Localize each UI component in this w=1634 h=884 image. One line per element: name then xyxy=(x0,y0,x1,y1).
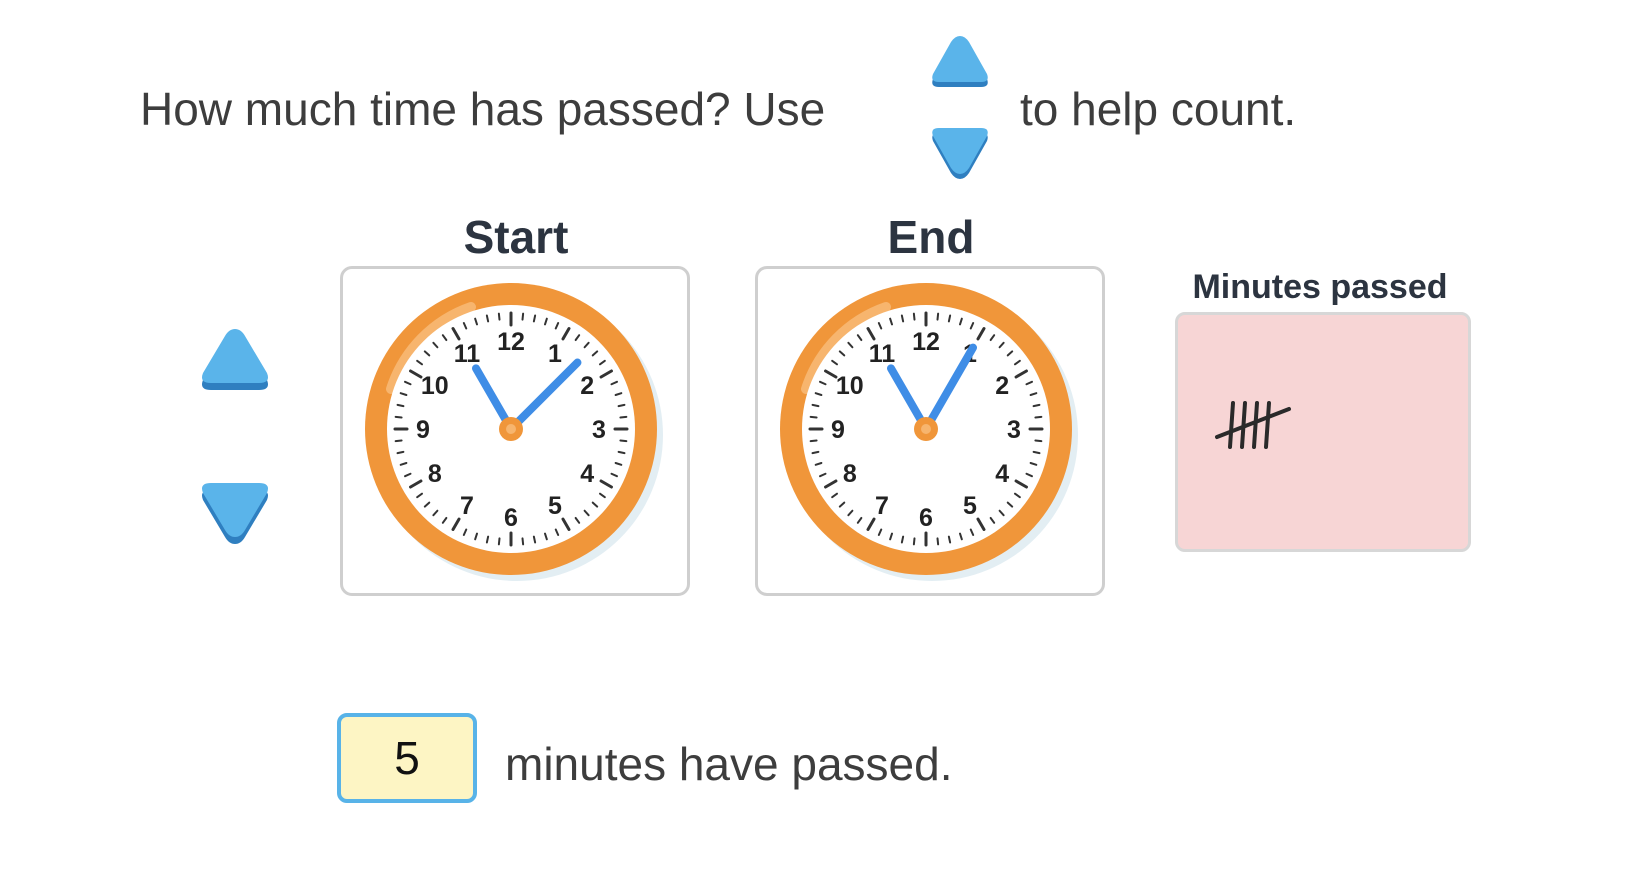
end-clock-tick xyxy=(947,535,952,544)
minutes-passed-label: Minutes passed xyxy=(1192,268,1448,306)
end-clock-card: 121234567891011 xyxy=(755,266,1105,596)
start-clock-tick xyxy=(617,403,626,408)
end-clock-numeral: 3 xyxy=(1007,416,1021,444)
question-suffix: to help count. xyxy=(1020,83,1297,135)
start-clock-tick xyxy=(497,312,501,321)
end-clock-numeral: 11 xyxy=(869,340,896,368)
end-clock-numeral: 9 xyxy=(831,416,845,444)
inline-down-arrow-icon xyxy=(932,128,988,179)
start-clock-tick xyxy=(521,312,525,321)
start-clock-numeral: 4 xyxy=(580,460,594,488)
start-clock-icon: 12 12 3 45 6 78 9 1011 xyxy=(365,283,663,581)
end-clock-numeral: 10 xyxy=(836,372,864,400)
start-clock-numeral: 7 xyxy=(460,492,474,520)
tally-box xyxy=(1175,312,1471,552)
question-prefix: How much time has passed? Use xyxy=(140,83,826,135)
start-clock-tick xyxy=(521,537,525,546)
end-clock-tick xyxy=(912,312,916,321)
tally-marks-icon xyxy=(1215,401,1291,449)
start-clock-tick xyxy=(532,314,537,323)
step-up-button[interactable] xyxy=(195,325,275,405)
start-clock-center-pin-inner xyxy=(506,424,516,434)
end-clock-tick xyxy=(900,314,905,323)
end-clock-tick xyxy=(912,537,916,546)
start-clock-numeral: 2 xyxy=(580,372,594,400)
end-clock-numeral: 8 xyxy=(843,460,857,488)
start-clock-tick xyxy=(619,439,628,443)
end-clock-tick xyxy=(811,450,820,455)
start-clock-label: Start xyxy=(463,211,569,263)
end-clock-tick xyxy=(1034,439,1043,443)
end-clock-numeral: 2 xyxy=(995,372,1009,400)
start-clock-tick xyxy=(619,415,628,419)
time-stepper[interactable] xyxy=(195,325,275,555)
start-clock-numeral: 3 xyxy=(592,416,606,444)
start-clock-tick xyxy=(396,450,405,455)
inline-up-arrow-icon xyxy=(932,36,988,87)
start-clock-tick xyxy=(485,535,490,544)
start-clock-tick xyxy=(394,439,403,443)
start-clock-numeral: 5 xyxy=(548,492,562,520)
end-clock-tick xyxy=(1032,403,1041,408)
answer-input[interactable]: 5 xyxy=(337,713,477,803)
start-clock-tick xyxy=(532,535,537,544)
start-clock-numeral: 10 xyxy=(421,372,449,400)
end-clock-tick xyxy=(947,314,952,323)
end-clock-tick xyxy=(936,312,940,321)
end-clock-label: End xyxy=(887,211,975,263)
start-clock-card: 12 1 2 3 4 5 6 7 8 9 10 11 xyxy=(340,266,690,596)
answer-suffix: minutes have passed. xyxy=(505,738,953,790)
end-clock-tick xyxy=(1032,450,1041,455)
end-clock-tick xyxy=(936,537,940,546)
end-clock-tick xyxy=(809,439,818,443)
start-clock-tick xyxy=(394,415,403,419)
end-clock-tick xyxy=(811,403,820,408)
start-clock-tick xyxy=(396,403,405,408)
start-clock-numeral: 9 xyxy=(416,416,430,444)
start-clock-numeral: 12 xyxy=(497,328,525,356)
step-down-button[interactable] xyxy=(195,475,275,555)
inline-arrows-icon xyxy=(932,36,988,179)
end-clock-center-pin-inner xyxy=(921,424,931,434)
end-clock-numeral: 7 xyxy=(875,492,889,520)
start-clock-numeral: 11 xyxy=(454,340,481,368)
end-clock-tick xyxy=(809,415,818,419)
end-clock-numeral: 6 xyxy=(919,504,933,532)
start-clock-tick xyxy=(485,314,490,323)
end-clock-icon: 121234567891011 xyxy=(780,283,1078,581)
end-clock-tick xyxy=(900,535,905,544)
end-clock-numeral: 5 xyxy=(963,492,977,520)
start-clock-numeral: 1 xyxy=(548,340,562,368)
end-clock-numeral: 4 xyxy=(995,460,1009,488)
end-clock-numeral: 12 xyxy=(912,328,940,356)
start-clock-tick xyxy=(617,450,626,455)
end-clock-tick xyxy=(1034,415,1043,419)
start-clock-numeral: 8 xyxy=(428,460,442,488)
start-clock-numeral: 6 xyxy=(504,504,518,532)
start-clock-tick xyxy=(497,537,501,546)
